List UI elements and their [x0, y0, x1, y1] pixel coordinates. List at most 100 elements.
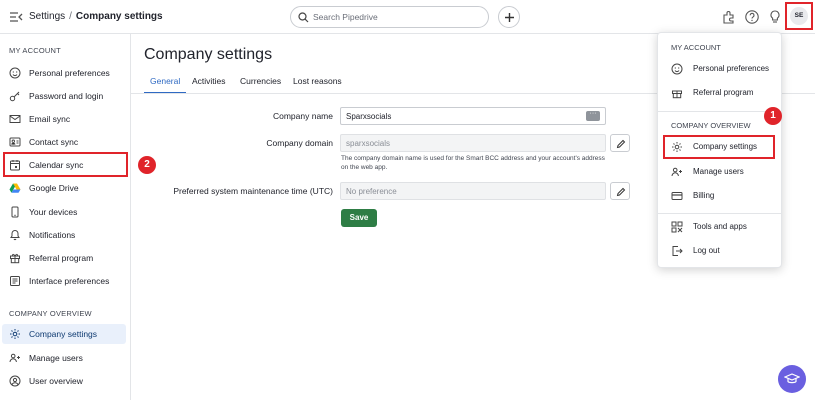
- academy-button[interactable]: [778, 365, 806, 393]
- sidebar-item-label: Manage users: [29, 353, 83, 363]
- gift-icon: [671, 87, 683, 99]
- sidebar-item-label: Notifications: [29, 230, 76, 240]
- tab-currencies[interactable]: Currencies: [240, 74, 281, 94]
- breadcrumb: Settings / Company settings: [29, 11, 163, 22]
- collapse-menu-icon[interactable]: [9, 10, 23, 24]
- dropdown-item-manage-users[interactable]: Manage users: [662, 162, 779, 182]
- avatar-highlight: SE: [785, 2, 813, 30]
- sidebar-section-my-account: MY ACCOUNT: [9, 46, 61, 55]
- tab-lost-reasons[interactable]: Lost reasons: [293, 74, 342, 94]
- gear-icon: [9, 328, 21, 340]
- dropdown-item-label: Referral program: [693, 88, 754, 97]
- save-button[interactable]: Save: [341, 209, 377, 227]
- tab-activities[interactable]: Activities: [192, 74, 226, 94]
- help-icon[interactable]: [744, 9, 760, 25]
- dropdown-divider: [658, 111, 781, 112]
- google-drive-icon: [9, 182, 21, 194]
- page-title: Company settings: [144, 46, 273, 63]
- sidebar-item-referral-program[interactable]: Referral program: [2, 248, 126, 268]
- face-icon: [9, 67, 21, 79]
- sidebar-item-label: Your devices: [29, 207, 78, 217]
- breadcrumb-current: Company settings: [75, 11, 163, 22]
- bell-icon: [9, 229, 21, 241]
- breadcrumb-separator: /: [69, 11, 72, 22]
- dropdown-section-my-account: MY ACCOUNT: [671, 43, 721, 52]
- sidebar-item-password-and-login[interactable]: Password and login: [2, 86, 126, 106]
- dropdown-item-label: Tools and apps: [693, 222, 747, 231]
- sidebar-item-label: Referral program: [29, 253, 94, 263]
- pencil-icon: [616, 139, 626, 149]
- company-name-field[interactable]: ···: [340, 107, 606, 125]
- dropdown-item-billing[interactable]: Billing: [662, 186, 779, 206]
- dropdown-item-personal-preferences[interactable]: Personal preferences: [662, 59, 779, 79]
- sidebar-item-personal-preferences[interactable]: Personal preferences: [2, 63, 126, 83]
- extensions-icon[interactable]: [721, 9, 737, 25]
- lightbulb-icon[interactable]: [767, 9, 783, 25]
- step-badge-1: 1: [764, 107, 782, 125]
- tab-general[interactable]: General: [144, 74, 186, 94]
- maintenance-time-label: Preferred system maintenance time (UTC): [173, 186, 333, 196]
- pencil-icon: [616, 187, 626, 197]
- sidebar-item-your-devices[interactable]: Your devices: [2, 202, 126, 222]
- sidebar-item-label: User overview: [29, 376, 83, 386]
- sidebar-item-label: Interface preferences: [29, 276, 110, 286]
- mail-icon: [9, 113, 21, 125]
- company-settings-highlight: [663, 135, 775, 159]
- company-domain-input: [346, 138, 576, 149]
- sidebar-item-email-sync[interactable]: Email sync: [2, 109, 126, 129]
- dropdown-item-log-out[interactable]: Log out: [662, 241, 779, 261]
- settings-sidebar: MY ACCOUNT Personal preferences Password…: [0, 34, 131, 400]
- dropdown-item-label: Personal preferences: [693, 64, 770, 73]
- avatar[interactable]: SE: [790, 7, 808, 25]
- sidebar-item-label: Contact sync: [29, 137, 79, 147]
- sidebar-item-contact-sync[interactable]: Contact sync: [2, 132, 126, 152]
- search-box[interactable]: [290, 6, 489, 28]
- graduation-cap-icon: [784, 373, 800, 384]
- sidebar-item-label: Company settings: [29, 329, 98, 339]
- sidebar-item-manage-users[interactable]: Manage users: [2, 348, 126, 368]
- face-icon: [671, 63, 683, 75]
- sidebar-section-company-overview: COMPANY OVERVIEW: [9, 309, 92, 318]
- search-icon: [298, 12, 309, 23]
- sidebar-item-interface-preferences[interactable]: Interface preferences: [2, 271, 126, 291]
- company-name-input[interactable]: [346, 111, 576, 122]
- sliders-icon: [9, 275, 21, 287]
- plus-icon: [505, 13, 514, 22]
- sidebar-item-label: Google Drive: [29, 183, 79, 193]
- search-input[interactable]: [313, 10, 483, 24]
- logout-icon: [671, 245, 683, 257]
- dropdown-section-company-overview: COMPANY OVERVIEW: [671, 121, 751, 130]
- sidebar-item-google-drive[interactable]: Google Drive: [2, 178, 126, 198]
- more-options-icon[interactable]: ···: [586, 110, 600, 121]
- users-icon: [671, 166, 683, 178]
- edit-maintenance-button[interactable]: [610, 182, 630, 200]
- dropdown-item-referral-program[interactable]: Referral program: [662, 83, 779, 103]
- maintenance-time-field: [340, 182, 606, 200]
- tools-icon: [671, 221, 683, 233]
- dropdown-item-tools-and-apps[interactable]: Tools and apps: [662, 217, 779, 237]
- sidebar-item-label: Password and login: [29, 91, 104, 101]
- company-name-label: Company name: [272, 111, 333, 121]
- dropdown-divider: [658, 213, 781, 214]
- quick-add-button[interactable]: [498, 6, 520, 28]
- calendar-sync-highlight: [3, 152, 128, 177]
- sidebar-item-label: Email sync: [29, 114, 71, 124]
- credit-card-icon: [671, 190, 683, 202]
- dropdown-item-label: Log out: [693, 246, 720, 255]
- sidebar-item-company-settings[interactable]: Company settings: [2, 324, 126, 344]
- phone-icon: [9, 206, 21, 218]
- users-icon: [9, 352, 21, 364]
- dropdown-item-label: Billing: [693, 191, 715, 200]
- key-icon: [9, 90, 21, 102]
- contact-card-icon: [9, 136, 21, 148]
- sidebar-item-label: Personal preferences: [29, 68, 110, 78]
- maintenance-time-input: [346, 186, 576, 197]
- breadcrumb-settings-link[interactable]: Settings: [29, 11, 65, 22]
- sidebar-item-user-overview[interactable]: User overview: [2, 371, 126, 391]
- edit-domain-button[interactable]: [610, 134, 630, 152]
- top-bar: Settings / Company settings SE: [0, 0, 815, 34]
- user-circle-icon: [9, 375, 21, 387]
- company-domain-field: [340, 134, 606, 152]
- sidebar-item-notifications[interactable]: Notifications: [2, 225, 126, 245]
- gift-icon: [9, 252, 21, 264]
